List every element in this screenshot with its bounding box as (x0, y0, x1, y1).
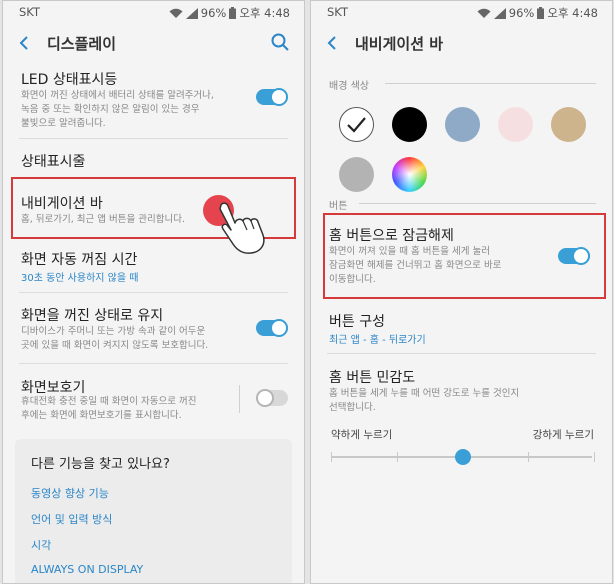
slider-tick (397, 452, 398, 462)
setting-desc-line: 녹음 중 또는 확인하지 않은 알림이 있는 경우 (21, 104, 200, 115)
section-line (359, 203, 596, 204)
link-always-on-display[interactable]: ALWAYS ON DISPLAY (31, 563, 143, 576)
setting-title: 버튼 구성 (329, 314, 385, 330)
setting-row-screensaver[interactable]: 화면보호기 휴대전화 충전 중일 때 화면이 자동으로 꺼진 후에는 화면에 화… (3, 367, 304, 429)
setting-desc-line: 홈 버튼을 세게 누를 때 어떤 강도로 누를 것인지 (329, 388, 520, 399)
card-title: 다른 기능을 찾고 있나요? (31, 457, 170, 472)
setting-desc-line: 선택합니다. (329, 402, 376, 413)
clock: 오후 4:48 (239, 6, 290, 20)
back-arrow-icon[interactable] (15, 33, 35, 53)
section-line (385, 83, 596, 84)
checkmark-icon (346, 116, 366, 133)
setting-desc-line: 후에는 화면에 화면보호기를 표시합니다. (21, 410, 182, 421)
setting-row-led[interactable]: LED 상태표시등 화면이 꺼진 상태에서 배터리 상태를 알려주거나, 녹음 … (3, 63, 304, 137)
color-swatch[interactable] (498, 107, 533, 142)
highlight-box (323, 213, 606, 299)
vertical-separator (239, 385, 240, 413)
setting-title: 화면 자동 꺼짐 시간 (21, 252, 138, 268)
wifi-icon (477, 8, 491, 18)
setting-desc-line: 곳에 있을 때 화면이 켜지지 않도록 보호합니다. (21, 340, 209, 351)
link-video-enhancer[interactable]: 동영상 향상 기능 (31, 485, 109, 501)
slider-tick (528, 452, 529, 462)
clock: 오후 4:48 (547, 6, 598, 20)
status-bar: SKT 96% 오후 4:48 (3, 1, 304, 23)
setting-title: 화면보호기 (21, 380, 86, 396)
color-swatch[interactable] (392, 107, 427, 142)
battery-icon (229, 7, 237, 19)
wifi-icon (169, 8, 183, 18)
setting-row-keep-screen-off[interactable]: 화면을 꺼진 상태로 유지 디바이스가 주머니 또는 가방 속과 같이 어두운 … (3, 295, 304, 359)
navigation-bar-settings-screen: SKT 96% 오후 4:48 내비게이션 바 배경 색상 버튼 홈 버튼으로 … (310, 0, 613, 584)
setting-title: 상태표시줄 (21, 154, 86, 170)
app-bar: 디스플레이 (3, 23, 304, 63)
slider-thumb[interactable] (455, 449, 471, 465)
link-language-input[interactable]: 언어 및 입력 방식 (31, 511, 112, 527)
divider (19, 292, 288, 293)
setting-row-status-bar[interactable]: 상태표시줄 (3, 141, 304, 175)
battery-percent: 96% (200, 6, 227, 20)
divider (19, 363, 288, 364)
carrier-label: SKT (19, 5, 40, 19)
setting-title: 홈 버튼 민감도 (329, 370, 416, 386)
slider-max-label: 강하게 누르기 (532, 429, 594, 441)
app-bar: 내비게이션 바 (311, 23, 612, 63)
keep-screen-off-toggle[interactable] (256, 319, 288, 337)
related-features-card: 다른 기능을 찾고 있나요? 동영상 향상 기능 언어 및 입력 방식 시각 A… (15, 439, 292, 583)
setting-row-home-sensitivity: 홈 버튼 민감도 홈 버튼을 세게 누를 때 어떤 강도로 누를 것인지 선택합… (311, 359, 612, 423)
color-swatch[interactable] (445, 107, 480, 142)
section-header-bg-color: 배경 색상 (329, 81, 369, 92)
led-toggle[interactable] (256, 88, 288, 106)
status-bar: SKT 96% 오후 4:48 (311, 1, 612, 23)
divider (19, 138, 288, 139)
page-title: 디스플레이 (47, 35, 117, 53)
setting-row-screen-timeout[interactable]: 화면 자동 꺼짐 시간 30초 동안 사용하지 않을 때 (3, 241, 304, 287)
color-swatch[interactable] (551, 107, 586, 142)
page-title: 내비게이션 바 (355, 35, 444, 53)
color-swatch-selected[interactable] (339, 107, 374, 142)
battery-percent: 96% (508, 6, 535, 20)
setting-value: 30초 동안 사용하지 않을 때 (21, 273, 139, 284)
setting-desc-line: 화면이 꺼진 상태에서 배터리 상태를 알려주거나, (21, 90, 214, 101)
color-swatch[interactable] (392, 157, 427, 192)
slider-tick (594, 452, 595, 462)
setting-row-button-layout[interactable]: 버튼 구성 최근 앱 - 홈 - 뒤로가기 (311, 303, 612, 349)
setting-title: 화면을 꺼진 상태로 유지 (21, 308, 164, 324)
setting-desc-line: 디바이스가 주머니 또는 가방 속과 같이 어두운 (21, 326, 206, 337)
divider (327, 353, 596, 354)
signal-icon (493, 7, 506, 19)
battery-icon (537, 7, 545, 19)
display-settings-screen: SKT 96% 오후 4:48 디스플레이 LED 상태표시등 화면이 꺼진 상… (2, 0, 305, 584)
setting-desc-line: 휴대전화 충전 중일 때 화면이 자동으로 꺼진 (21, 396, 197, 407)
setting-title: LED 상태표시등 (21, 72, 118, 88)
sensitivity-slider[interactable] (331, 449, 595, 465)
slider-min-label: 약하게 누르기 (331, 429, 393, 441)
screensaver-toggle[interactable] (256, 389, 288, 407)
color-swatch[interactable] (339, 157, 374, 192)
signal-icon (185, 7, 198, 19)
carrier-label: SKT (327, 5, 348, 19)
setting-value: 최근 앱 - 홈 - 뒤로가기 (329, 335, 426, 346)
slider-tick (331, 452, 332, 462)
setting-desc-line: 불빛으로 알려줍니다. (21, 118, 106, 129)
link-visibility[interactable]: 시각 (31, 537, 51, 553)
section-header-button: 버튼 (329, 201, 348, 212)
search-icon[interactable] (270, 32, 290, 52)
back-arrow-icon[interactable] (323, 33, 343, 53)
